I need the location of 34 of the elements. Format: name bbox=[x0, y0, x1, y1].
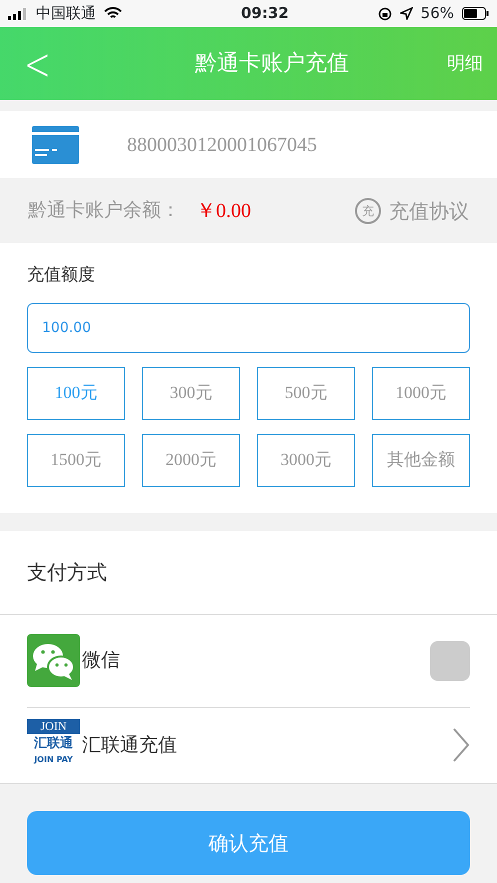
chevron-right-icon[interactable] bbox=[452, 727, 470, 763]
card-number: 8800030120001067045 bbox=[127, 132, 317, 158]
amount-option[interactable]: 500元 bbox=[257, 366, 355, 420]
wifi-icon bbox=[104, 7, 122, 20]
amount-input[interactable]: 100.00 bbox=[27, 302, 470, 352]
agreement-icon: 充 bbox=[355, 198, 381, 224]
signal-icon bbox=[8, 8, 28, 20]
amount-option[interactable]: 1000元 bbox=[372, 366, 470, 420]
battery-text: 56% bbox=[420, 3, 454, 24]
amount-option[interactable]: 1500元 bbox=[27, 434, 125, 486]
balance-label: 黔通卡账户余额： bbox=[28, 198, 180, 224]
chat-bubbles-icon bbox=[27, 634, 80, 687]
back-button[interactable]: < bbox=[24, 41, 51, 86]
amount-option[interactable]: 2000元 bbox=[142, 434, 240, 486]
confirm-button[interactable]: 确认充值 bbox=[27, 811, 470, 875]
checkbox[interactable] bbox=[430, 640, 470, 680]
payment-name: 微信 bbox=[82, 648, 120, 674]
balance-amount: ￥0.00 bbox=[196, 198, 251, 224]
amount-option[interactable]: 3000元 bbox=[257, 434, 355, 486]
details-link[interactable]: 明细 bbox=[447, 50, 483, 77]
page-title: 黔通卡账户充值 bbox=[194, 50, 349, 78]
amount-option[interactable]: 其他金额 bbox=[372, 434, 470, 486]
payment-name: 汇联通充值 bbox=[82, 732, 177, 758]
location-icon bbox=[400, 7, 413, 20]
battery-icon bbox=[462, 7, 489, 20]
section-title: 支付方式 bbox=[27, 559, 107, 586]
agreement-link[interactable]: 充值协议 bbox=[389, 196, 469, 226]
card-icon bbox=[32, 126, 79, 164]
section-title: 充值额度 bbox=[27, 264, 96, 287]
carrier-text: 中国联通 bbox=[36, 3, 96, 24]
amount-option[interactable]: 100元 bbox=[27, 366, 125, 420]
rotation-lock-icon bbox=[378, 6, 392, 20]
time-text: 09:32 bbox=[240, 3, 289, 24]
amount-option[interactable]: 300元 bbox=[142, 366, 240, 420]
